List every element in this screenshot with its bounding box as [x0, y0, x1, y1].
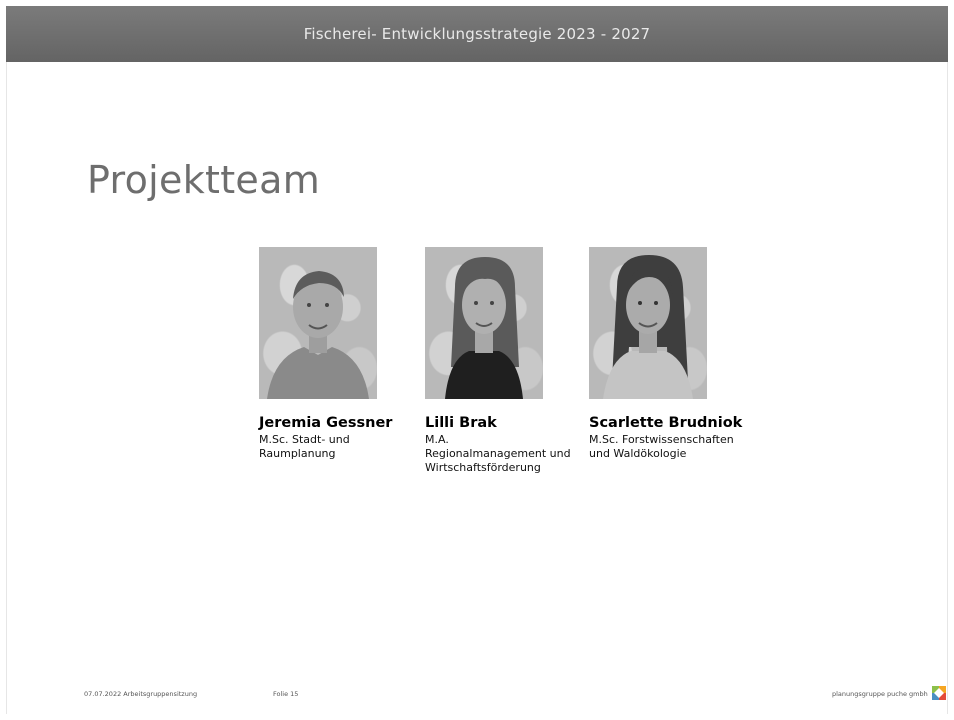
slide-title: Projektteam	[87, 158, 321, 202]
member-role: M.A. Regionalmanagement und Wirtschaftsf…	[425, 433, 571, 474]
team-member: Lilli Brak M.A. Regionalmanagement und W…	[425, 247, 590, 475]
member-name: Lilli Brak	[425, 415, 497, 431]
footer-date: 07.07.2022 Arbeitsgruppensitzung	[84, 690, 198, 698]
portrait-photo	[425, 247, 543, 399]
footer-slide-number: Folie 15	[273, 690, 299, 698]
member-name: Scarlette Brudniok	[589, 415, 743, 431]
company-logo-icon	[932, 686, 946, 700]
portrait-photo	[589, 247, 707, 399]
team-member: Scarlette Brudniok M.Sc. Forstwissenscha…	[589, 247, 754, 461]
member-name: Jeremia Gessner	[259, 415, 393, 431]
header-bar: Fischerei- Entwicklungsstrategie 2023 - …	[6, 6, 948, 62]
member-role: M.Sc. Forstwissenschaften und Waldökolog…	[589, 433, 734, 460]
portrait-photo	[259, 247, 377, 399]
member-role: M.Sc. Stadt- und Raumplanung	[259, 433, 350, 460]
team-member: Jeremia Gessner M.Sc. Stadt- und Raumpla…	[259, 247, 424, 461]
header-title: Fischerei- Entwicklungsstrategie 2023 - …	[303, 25, 651, 43]
footer-company: planungsgruppe puche gmbh	[832, 690, 928, 698]
